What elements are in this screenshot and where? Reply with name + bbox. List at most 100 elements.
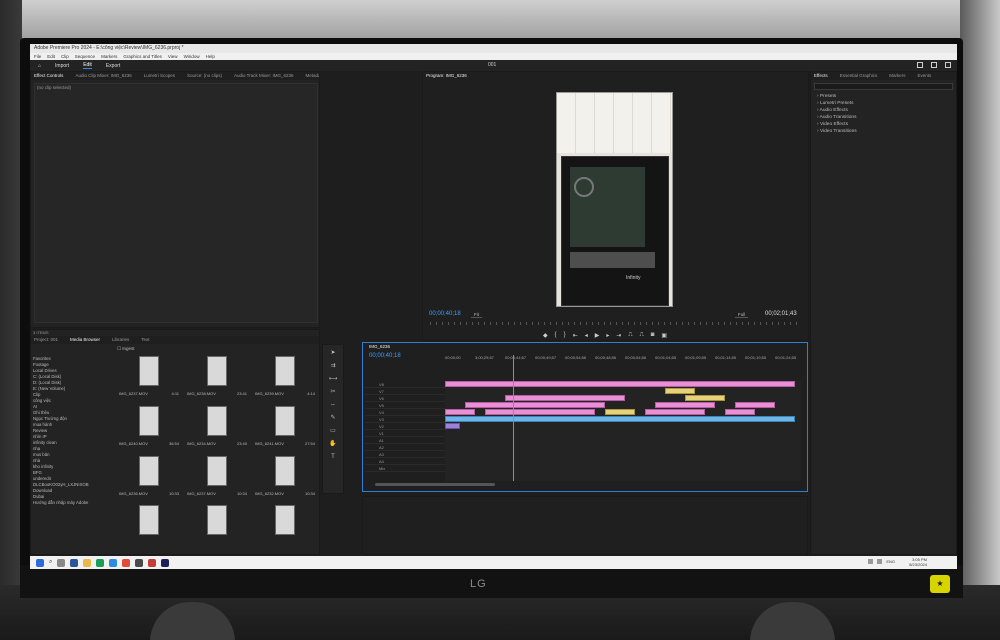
menu-markers[interactable]: Markers	[101, 53, 117, 60]
menu-window[interactable]: Window	[184, 53, 200, 60]
menu-file[interactable]: File	[34, 53, 41, 60]
home-icon[interactable]: ⌂	[38, 63, 41, 69]
menu-graphics[interactable]: Graphics and Titles	[123, 53, 162, 60]
video-preview[interactable]: Infinity	[556, 92, 673, 307]
timeline-clip[interactable]	[465, 402, 605, 408]
fit-select[interactable]: Fit	[471, 312, 482, 318]
track-header[interactable]: A4	[365, 458, 445, 465]
tab-source[interactable]: Source: (no clips)	[187, 72, 222, 80]
ingest-checkbox[interactable]: ☐ Ingest	[117, 346, 135, 352]
language-label[interactable]: ENG	[886, 559, 895, 564]
timeline-clip[interactable]	[655, 402, 715, 408]
export-frame-icon[interactable]: ◙	[651, 332, 655, 339]
track-header[interactable]: A2	[365, 444, 445, 451]
fx-presets[interactable]: › Presets	[811, 93, 956, 100]
lift-icon[interactable]: ⎍	[628, 332, 632, 339]
clip-thumbnail[interactable]	[253, 504, 317, 549]
tab-export[interactable]: Export	[106, 63, 120, 69]
compare-icon[interactable]: ▣	[661, 332, 667, 339]
step-forward-icon[interactable]: ▸	[606, 332, 609, 339]
photo-app-icon[interactable]	[148, 558, 157, 567]
resolution-select[interactable]: Full	[735, 312, 749, 318]
clip-thumbnail[interactable]: IMG_6241.MOV 27:54	[253, 405, 317, 450]
tab-effects[interactable]: Effects	[814, 72, 828, 80]
play-icon[interactable]: ▶	[595, 332, 600, 339]
track-header[interactable]: V2	[365, 423, 445, 430]
slip-icon[interactable]: ⇔	[328, 400, 338, 410]
timeline-scrollbar[interactable]	[375, 483, 495, 486]
timeline-clip[interactable]	[485, 409, 595, 415]
timeline-tab[interactable]: IMG_6236	[363, 343, 807, 351]
clip-thumbnail[interactable]: IMG_6236.MOV 10:33	[117, 455, 181, 500]
pen-icon[interactable]: ✎	[328, 413, 338, 423]
timeline-clip[interactable]	[645, 409, 705, 415]
clip-thumbnail[interactable]	[185, 504, 249, 549]
clip-thumbnail[interactable]: IMG_6234.MOV 23:40	[185, 405, 249, 450]
menu-view[interactable]: View	[168, 53, 178, 60]
timeline-clip[interactable]	[445, 423, 460, 429]
extract-icon[interactable]: ⎍	[640, 332, 644, 339]
quick-export-icon[interactable]	[931, 62, 937, 68]
track-header[interactable]: V4	[365, 409, 445, 416]
fx-video-transitions[interactable]: › Video Transitions	[811, 128, 956, 135]
track-select-icon[interactable]: ⇉	[328, 361, 338, 371]
playhead[interactable]	[513, 355, 514, 481]
menu-help[interactable]: Help	[206, 53, 215, 60]
timeline-timecode[interactable]: 00;00;40;18	[369, 353, 401, 359]
workspaces-icon[interactable]	[917, 62, 923, 68]
go-to-in-icon[interactable]: ⇤	[573, 332, 578, 339]
program-ruler[interactable]	[430, 322, 802, 325]
tab-import[interactable]: Import	[55, 63, 69, 69]
clip-thumbnail[interactable]: IMG_6237.MOV 4:11	[117, 355, 181, 400]
track-header[interactable]: V3	[365, 416, 445, 423]
track-area[interactable]	[445, 381, 801, 481]
timeline-clip[interactable]	[665, 388, 695, 394]
task-view-icon[interactable]	[57, 558, 66, 567]
menu-clip[interactable]: Clip	[61, 53, 69, 60]
timeline-clip[interactable]	[445, 409, 475, 415]
tab-text[interactable]: Text	[141, 336, 149, 344]
tab-lumetri-scopes[interactable]: Lumetri Scopes	[144, 72, 175, 80]
menu-sequence[interactable]: Sequence	[75, 53, 95, 60]
track-header[interactable]: V1	[365, 430, 445, 437]
step-back-icon[interactable]: ◂	[585, 332, 588, 339]
app-icon[interactable]	[135, 558, 144, 567]
excel-icon[interactable]	[96, 558, 105, 567]
tab-essential-graphics[interactable]: Essential Graphics	[840, 72, 878, 80]
program-timecode[interactable]: 00;00;40;18	[429, 311, 461, 317]
timeline-clip[interactable]	[445, 416, 795, 422]
taskbar-search-icon[interactable]: ⌕	[49, 559, 52, 566]
fx-audio-transitions[interactable]: › Audio Transitions	[811, 114, 956, 121]
timeline-clip[interactable]	[735, 402, 775, 408]
track-header[interactable]: Mix	[365, 465, 445, 472]
fx-audio-effects[interactable]: › Audio Effects	[811, 107, 956, 114]
clip-thumbnail[interactable]: IMG_6240.MOV 36:54	[117, 405, 181, 450]
tab-project[interactable]: Project: 001	[34, 336, 58, 344]
hand-icon[interactable]: ✋	[328, 439, 338, 449]
mark-in-icon[interactable]: {	[555, 332, 557, 339]
tab-audio-track-mixer[interactable]: Audio Track Mixer: IMG_6236	[234, 72, 294, 80]
type-icon[interactable]: T	[328, 452, 338, 462]
timeline-clip[interactable]	[505, 395, 625, 401]
track-header[interactable]: V8	[365, 381, 445, 388]
effects-search-input[interactable]	[814, 83, 953, 90]
clip-thumbnail[interactable]: IMG_6232.MOV 10:34	[253, 455, 317, 500]
ripple-edit-icon[interactable]: ⟷	[328, 374, 338, 384]
tab-program[interactable]: Program: IMG_6236	[426, 72, 467, 80]
timeline-ruler[interactable]: 00;00;00 3;00;29;57 00;00;44;57 00;00;49;57…	[445, 355, 801, 365]
clip-thumbnail[interactable]: IMG_6239.MOV 4:14	[253, 355, 317, 400]
menu-edit[interactable]: Edit	[47, 53, 55, 60]
tab-metadata[interactable]: Metadata: IMG_6236	[306, 72, 319, 80]
chrome-icon[interactable]	[122, 558, 131, 567]
add-marker-icon[interactable]: ◆	[543, 332, 548, 339]
start-icon[interactable]	[36, 558, 44, 567]
rectangle-icon[interactable]: ▭	[328, 426, 338, 436]
tab-events[interactable]: Events	[917, 72, 931, 80]
tab-audio-clip-mixer[interactable]: Audio Clip Mixer: IMG_6236	[75, 72, 131, 80]
tab-libraries[interactable]: Libraries	[112, 336, 129, 344]
razor-icon[interactable]: ✂	[328, 387, 338, 397]
track-header[interactable]: V7	[365, 388, 445, 395]
mark-out-icon[interactable]: }	[564, 332, 566, 339]
network-icon[interactable]	[868, 559, 874, 564]
tab-effect-controls[interactable]: Effect Controls	[34, 72, 63, 80]
